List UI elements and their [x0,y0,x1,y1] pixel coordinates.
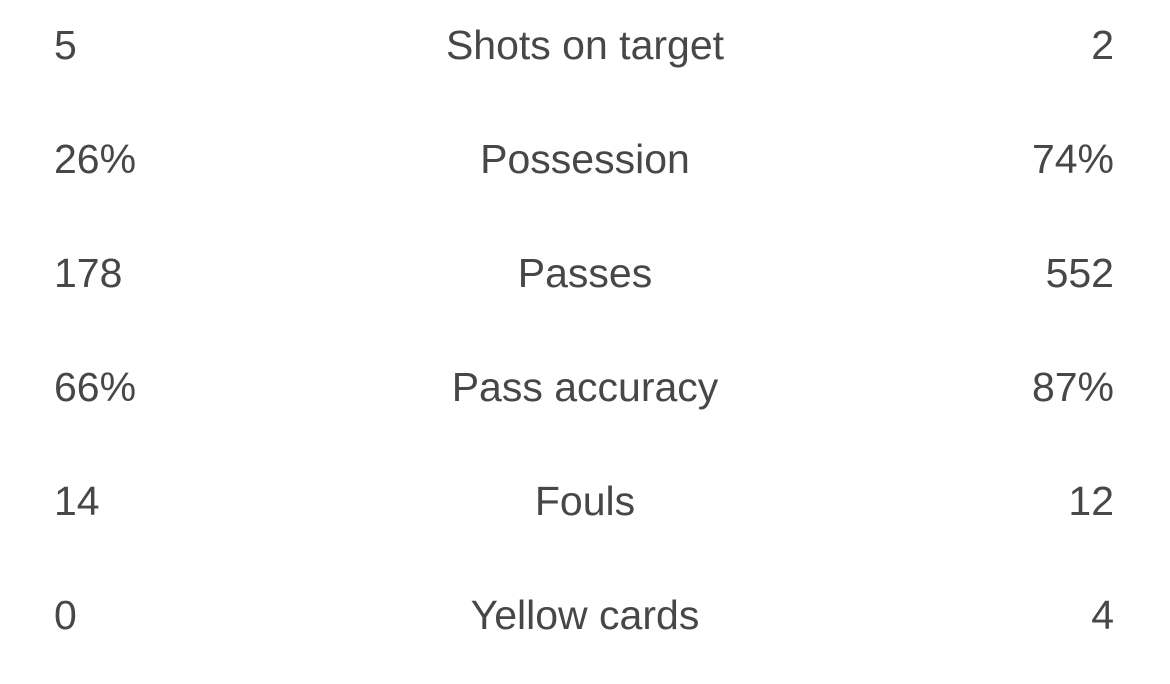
away-value: 552 [1045,250,1114,296]
stat-row-possession: 26% Possession 74% [0,114,1170,228]
stat-row-fouls: 14 Fouls 12 [0,456,1170,570]
home-value: 14 [54,478,100,524]
home-value: 26% [54,136,137,182]
stat-row-passes: 178 Passes 552 [0,228,1170,342]
stat-label: Possession [480,136,690,182]
away-value: 12 [1068,478,1114,524]
stat-label: Pass accuracy [451,364,719,410]
away-value: 4 [1091,592,1114,638]
stat-label: Fouls [534,478,636,524]
stat-label: Shots on target [445,22,725,68]
home-value: 66% [54,364,137,410]
stat-row-shots-on-target: 5 Shots on target 2 [0,0,1170,114]
home-value: 178 [54,250,123,296]
stat-label: Yellow cards [470,592,700,638]
home-value: 0 [54,592,77,638]
home-value: 5 [54,22,77,68]
away-value: 74% [1031,136,1114,182]
stat-row-pass-accuracy: 66% Pass accuracy 87% [0,342,1170,456]
stat-row-yellow-cards: 0 Yellow cards 4 [0,570,1170,684]
away-value: 87% [1031,364,1114,410]
stat-label: Passes [517,250,653,296]
away-value: 2 [1091,22,1114,68]
